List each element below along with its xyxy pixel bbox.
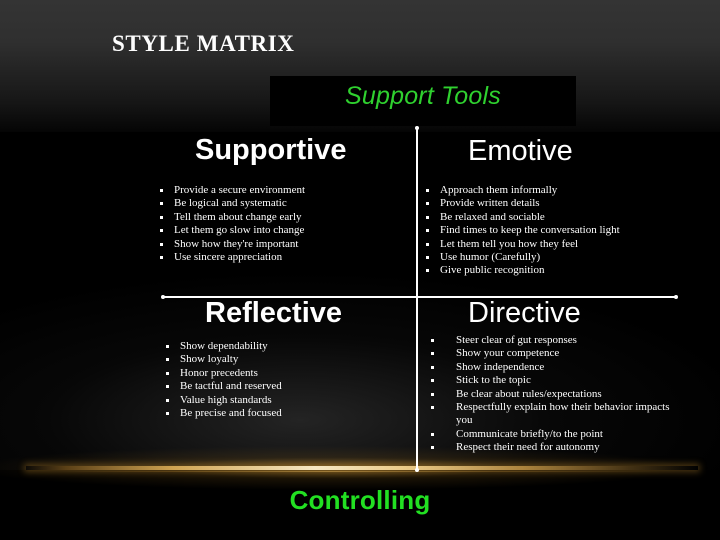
- list-item-text: Show loyalty: [180, 353, 239, 366]
- list-item-text: Provide written details: [440, 197, 540, 210]
- list-item-text: Be precise and focused: [180, 407, 282, 420]
- list-item-text: Approach them informally: [440, 184, 558, 196]
- list-item: Show dependability: [140, 340, 390, 353]
- list-item: Communicate briefly/to the point: [428, 428, 678, 441]
- list-item: Respectfully explain how their behavior …: [428, 401, 678, 428]
- slide-canvas: STYLE MATRIX Support Tools Supportive Em…: [0, 0, 720, 540]
- bullet-square-icon: [426, 269, 429, 273]
- bullet-square-icon: [426, 189, 429, 192]
- list-item-text: Respectfully explain how their behavior …: [456, 401, 670, 427]
- gold-divider-line-secondary: [60, 471, 660, 472]
- bullet-square-icon: [160, 202, 163, 206]
- list-item: Use sincere appreciation: [134, 251, 384, 264]
- bullet-square-icon: [426, 242, 429, 246]
- quadrant-heading-reflective: Reflective: [205, 297, 343, 329]
- list-item: Give public recognition: [426, 264, 686, 277]
- list-item-text: Give public recognition: [440, 264, 545, 277]
- list-item: Stick to the topic: [428, 374, 678, 387]
- list-item: Use humor (Carefully): [426, 251, 686, 264]
- list-item-text: Let them go slow into change: [174, 224, 305, 237]
- list-item-text: Show independence: [456, 360, 545, 373]
- bullet-square-icon: [166, 371, 169, 375]
- list-item: Let them tell you how they feel: [426, 238, 686, 251]
- list-item: Be precise and focused: [140, 407, 390, 420]
- list-item-text: Stick to the topic: [456, 374, 531, 387]
- list-item-text: Use sincere appreciation: [174, 251, 283, 264]
- list-item-text: Be clear about rules/expectations: [456, 387, 602, 400]
- bullet-square-icon: [431, 446, 434, 450]
- bullet-square-icon: [426, 229, 429, 233]
- bullet-list-supportive: Provide a secure environment Be logical …: [134, 184, 384, 264]
- quadrant-heading-supportive: Supportive: [195, 134, 347, 166]
- quadrant-heading-emotive: Emotive: [468, 135, 573, 167]
- list-item: Provide a secure environment: [134, 184, 384, 197]
- list-item: Show your competence: [428, 347, 678, 360]
- list-item-text: Be logical and systematic: [174, 197, 287, 210]
- list-item: Find times to keep the conversation ligh…: [426, 224, 686, 237]
- list-item: Show loyalty: [140, 353, 390, 366]
- bullet-square-icon: [166, 345, 169, 348]
- list-item-text: Show dependability: [180, 340, 268, 352]
- bullet-square-icon: [160, 215, 163, 219]
- list-item-text: Be tactful and reserved: [180, 380, 282, 393]
- list-item: Be clear about rules/expectations: [428, 388, 678, 401]
- list-item: Value high standards: [140, 394, 390, 407]
- list-item-text: Find times to keep the conversation ligh…: [440, 224, 620, 237]
- list-item: Respect their need for autonomy: [428, 441, 678, 454]
- bullet-square-icon: [160, 189, 163, 192]
- list-item: Honor precedents: [140, 367, 390, 380]
- list-item: Tell them about change early: [134, 211, 384, 224]
- bullet-square-icon: [431, 379, 434, 383]
- list-item-text: Use humor (Carefully): [440, 251, 541, 264]
- bullet-square-icon: [426, 215, 429, 219]
- list-item-text: Be relaxed and sociable: [440, 210, 545, 223]
- bullet-square-icon: [166, 398, 169, 402]
- list-item: Show independence: [428, 361, 678, 374]
- bullet-square-icon: [431, 352, 434, 356]
- list-item: Steer clear of gut responses: [428, 334, 678, 347]
- quadrant-heading-directive: Directive: [468, 297, 581, 329]
- list-item: Be logical and systematic: [134, 197, 384, 210]
- list-item: Provide written details: [426, 197, 686, 210]
- page-title: STYLE MATRIX: [112, 31, 295, 56]
- list-item: Let them go slow into change: [134, 224, 384, 237]
- list-item-text: Honor precedents: [180, 366, 258, 379]
- list-item: Approach them informally: [426, 184, 686, 197]
- list-item-text: Tell them about change early: [174, 210, 302, 223]
- bullet-square-icon: [166, 412, 169, 416]
- bullet-square-icon: [426, 202, 429, 206]
- bullet-list-emotive: Approach them informally Provide written…: [426, 184, 686, 278]
- axis-label-controlling: Controlling: [289, 485, 431, 515]
- list-item-text: Value high standards: [180, 393, 272, 406]
- bullet-list-directive: Steer clear of gut responses Show your c…: [428, 334, 678, 455]
- list-item-text: Show how they're important: [174, 237, 299, 250]
- list-item: Show how they're important: [134, 238, 384, 251]
- gold-divider-line: [26, 466, 698, 470]
- bullet-square-icon: [431, 392, 434, 396]
- list-item: Be tactful and reserved: [140, 380, 390, 393]
- list-item-text: Provide a secure environment: [174, 184, 306, 196]
- bullet-list-reflective: Show dependability Show loyalty Honor pr…: [140, 340, 390, 420]
- bullet-square-icon: [166, 385, 169, 389]
- bullet-square-icon: [426, 256, 429, 260]
- bullet-square-icon: [431, 365, 434, 369]
- bullet-square-icon: [431, 432, 434, 436]
- bullet-square-icon: [160, 242, 163, 246]
- list-item-text: Respect their need for autonomy: [456, 441, 600, 454]
- axis-label-support-tools: Support Tools: [345, 82, 501, 110]
- list-item-text: Show your competence: [456, 347, 560, 360]
- bullet-square-icon: [160, 256, 163, 260]
- list-item-text: Communicate briefly/to the point: [456, 427, 603, 440]
- list-item-text: Steer clear of gut responses: [456, 334, 577, 346]
- vertical-axis-line: [415, 126, 419, 472]
- bullet-square-icon: [431, 339, 434, 342]
- bullet-square-icon: [431, 406, 434, 410]
- list-item-text: Let them tell you how they feel: [440, 237, 579, 250]
- list-item: Be relaxed and sociable: [426, 211, 686, 224]
- bullet-square-icon: [166, 358, 169, 362]
- bullet-square-icon: [160, 229, 163, 233]
